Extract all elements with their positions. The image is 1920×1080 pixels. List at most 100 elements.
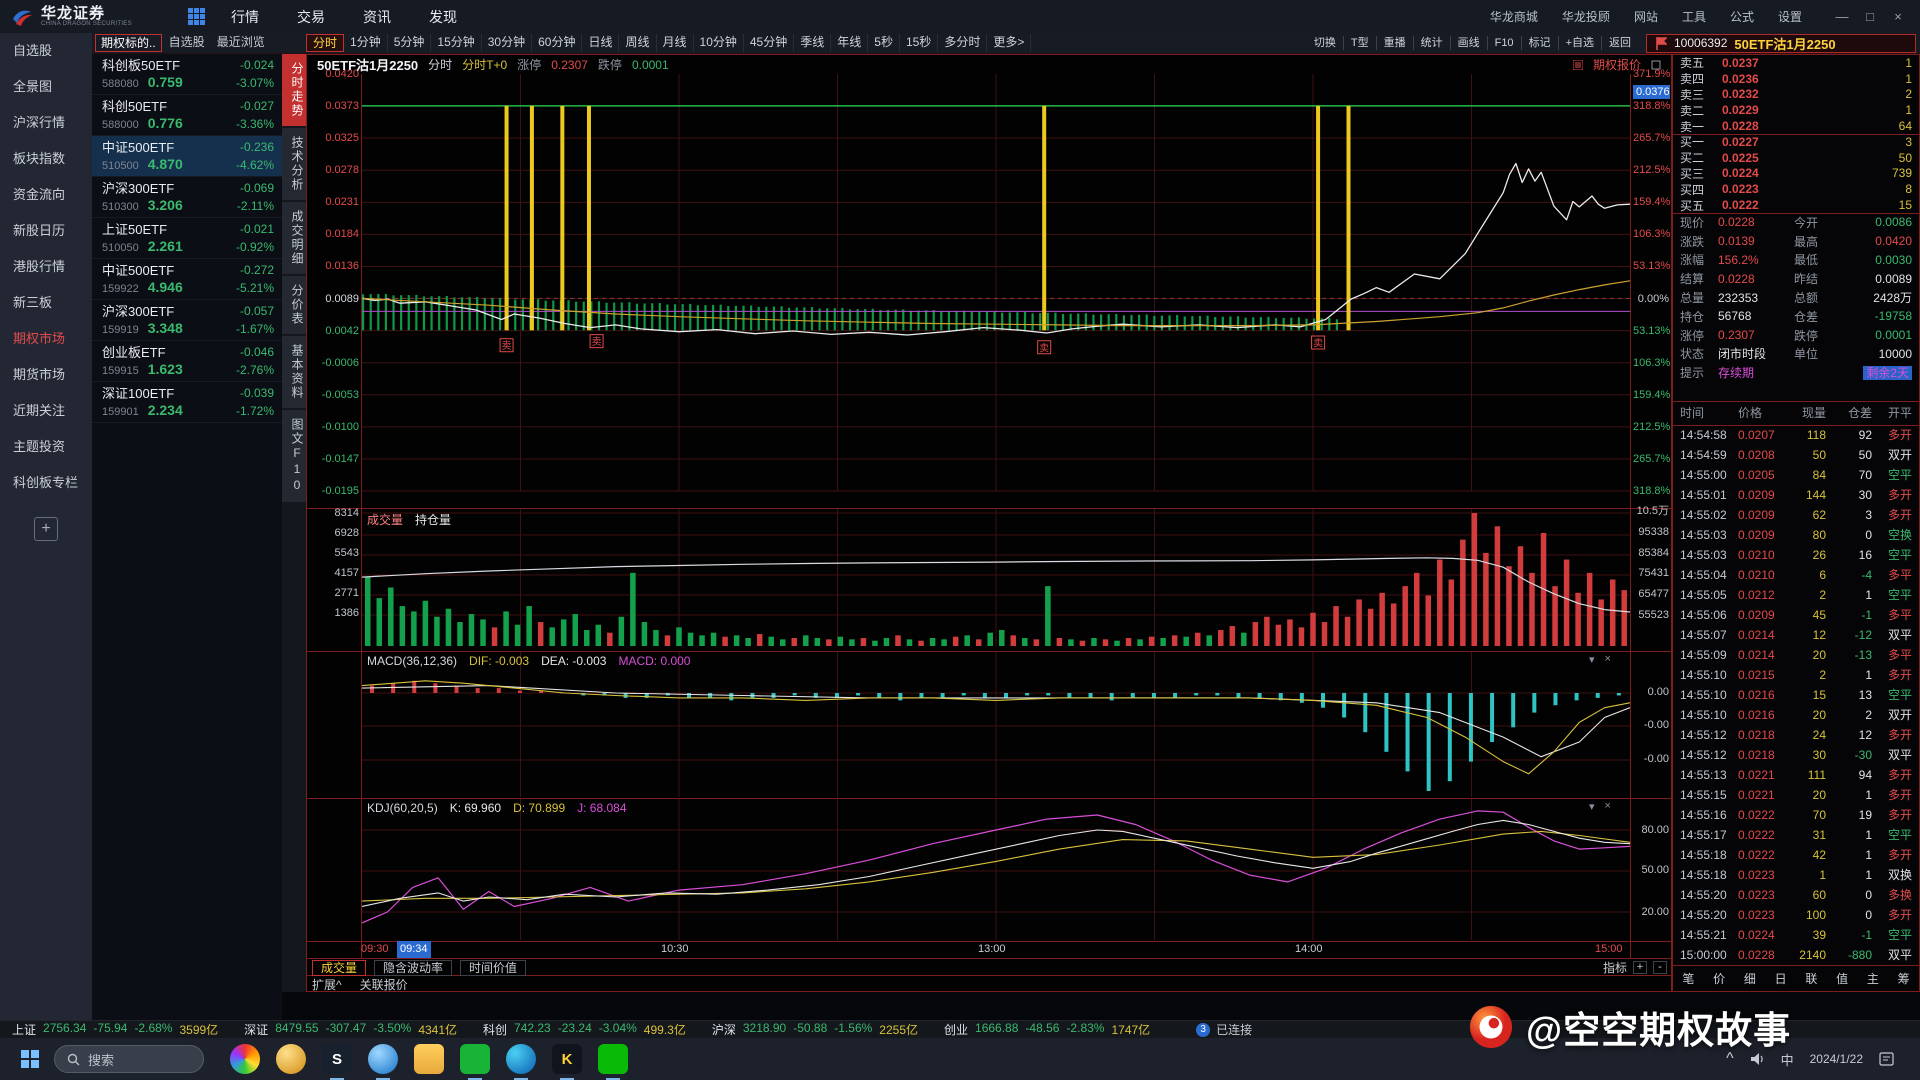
order-book-row[interactable]: 卖一 0.0228 64 [1673, 118, 1919, 134]
period-button[interactable]: 15分钟 [431, 34, 482, 52]
sidebar-item[interactable]: 新三板 [0, 285, 92, 321]
period-button[interactable]: 60分钟 [532, 34, 583, 52]
order-book-row[interactable]: 买一 0.0227 3 [1673, 134, 1919, 150]
watchlist-row[interactable]: 中证500ETF -0.236 510500 4.870 -4.62% [92, 136, 282, 177]
sidebar-item[interactable]: 全景图 [0, 69, 92, 105]
notification-icon[interactable] [1879, 1052, 1894, 1066]
expand-tab[interactable]: 关联报价 [360, 976, 408, 991]
sidebar-item[interactable]: 自选股 [0, 33, 92, 69]
indicator-menu-label[interactable]: 指标 [1603, 959, 1627, 976]
view-tab[interactable]: 分价表 [282, 276, 306, 334]
period-button[interactable]: 5分钟 [388, 34, 432, 52]
top-link[interactable]: 华龙投顾 [1562, 8, 1610, 25]
zoom-in-button[interactable]: + [1633, 961, 1647, 974]
watchlist-row[interactable]: 沪深300ETF -0.069 510300 3.206 -2.11% [92, 177, 282, 218]
sidebar-item[interactable]: 板块指数 [0, 141, 92, 177]
top-link[interactable]: 华龙商城 [1490, 8, 1538, 25]
watchlist-tab[interactable]: 最近浏览 [212, 34, 270, 52]
folder-icon[interactable] [414, 1044, 444, 1074]
sidebar-item[interactable]: 资金流向 [0, 177, 92, 213]
sidebar-item[interactable]: 期货市场 [0, 357, 92, 393]
collapse-icon[interactable]: ▾ [1589, 653, 1595, 666]
sidebar-item[interactable]: 期权市场 [0, 321, 92, 357]
watchlist-row[interactable]: 创业板ETF -0.046 159915 1.623 -2.76% [92, 341, 282, 382]
period-button[interactable]: 季线 [794, 34, 832, 52]
collapse-icon[interactable]: ▾ [1589, 800, 1595, 813]
top-link[interactable]: 网站 [1634, 8, 1658, 25]
chart-action-button[interactable]: 标记 [1522, 36, 1559, 50]
order-book-row[interactable]: 买二 0.0225 50 [1673, 150, 1919, 166]
sidebar-item[interactable]: 科创板专栏 [0, 465, 92, 501]
chart-action-button[interactable]: T型 [1344, 36, 1377, 50]
view-tab[interactable]: 图文F10 [282, 410, 306, 502]
popout-icon[interactable] [1651, 60, 1661, 70]
period-button[interactable]: 5秒 [868, 34, 900, 52]
browser-icon[interactable] [368, 1044, 398, 1080]
period-button[interactable]: 30分钟 [482, 34, 533, 52]
watchlist-row[interactable]: 科创板50ETF -0.024 588080 0.759 -3.07% [92, 54, 282, 95]
watchlist-row[interactable]: 深证100ETF -0.039 159901 2.234 -1.72% [92, 382, 282, 423]
period-button[interactable]: 10分钟 [694, 34, 744, 52]
chart-action-button[interactable]: F10 [1488, 36, 1522, 50]
sidebar-item[interactable]: 新股日历 [0, 213, 92, 249]
top-link[interactable]: 公式 [1730, 8, 1754, 25]
close-pane-icon[interactable]: × [1605, 653, 1611, 666]
top-menu-item[interactable]: 行情 [231, 7, 259, 27]
watchlist-row[interactable]: 沪深300ETF -0.057 159919 3.348 -1.67% [92, 300, 282, 341]
view-tab[interactable]: 分时走势 [282, 54, 306, 126]
order-book-row[interactable]: 买三 0.0224 739 [1673, 166, 1919, 182]
period-button[interactable]: 分时 [306, 34, 345, 52]
sidebar-item[interactable]: 主题投资 [0, 429, 92, 465]
watchlist-row[interactable]: 中证500ETF -0.272 159922 4.946 -5.21% [92, 259, 282, 300]
sidebar-item[interactable]: 沪深行情 [0, 105, 92, 141]
view-tab[interactable]: 成交明细 [282, 202, 306, 274]
add-section-button[interactable]: + [34, 517, 58, 541]
top-menu-item[interactable]: 交易 [297, 7, 325, 27]
taskbar-date[interactable]: 2024/1/22 [1810, 1052, 1863, 1066]
panel-tab[interactable]: 联 [1805, 970, 1817, 987]
period-button[interactable]: 多分时 [938, 34, 988, 52]
windows-start-button[interactable] [10, 1050, 50, 1068]
green-app-icon[interactable] [460, 1044, 490, 1080]
period-button[interactable]: 1分钟 [344, 34, 388, 52]
close-pane-icon[interactable]: × [1605, 800, 1611, 813]
period-button[interactable]: 月线 [657, 34, 694, 52]
sidebar-item[interactable]: 港股行情 [0, 249, 92, 285]
panel-tab[interactable]: 主 [1867, 970, 1879, 987]
option-quote-button[interactable]: 期权报价 [1593, 56, 1641, 73]
top-menu-item[interactable]: 资讯 [363, 7, 391, 27]
panel-tab[interactable]: 筹 [1898, 970, 1910, 987]
speaker-icon[interactable] [1750, 1052, 1765, 1066]
chart-action-button[interactable]: +自选 [1559, 36, 1602, 50]
steam-icon[interactable]: S [322, 1044, 352, 1080]
minimize-icon[interactable]: — [1828, 9, 1856, 24]
top-link[interactable]: 设置 [1778, 8, 1802, 25]
close-icon[interactable]: × [1884, 9, 1912, 24]
panel-tab[interactable]: 值 [1836, 970, 1848, 987]
indicator-tab[interactable]: 时间价值 [460, 959, 527, 976]
panel-tab[interactable]: 细 [1744, 970, 1756, 987]
taskbar-search-input[interactable]: 搜索 [54, 1045, 204, 1073]
top-link[interactable]: 工具 [1682, 8, 1706, 25]
indicator-tab[interactable]: 隐含波动率 [374, 959, 453, 976]
order-book-row[interactable]: 买五 0.0222 15 [1673, 197, 1919, 213]
chart-action-button[interactable]: 切换 [1307, 36, 1344, 50]
order-book-row[interactable]: 买四 0.0223 8 [1673, 181, 1919, 197]
zoom-out-button[interactable]: - [1653, 961, 1667, 974]
order-book-row[interactable]: 卖三 0.0232 2 [1673, 87, 1919, 103]
chart-action-button[interactable]: 画线 [1451, 36, 1488, 50]
colorful-game-icon[interactable] [230, 1044, 260, 1074]
top-menu-item[interactable]: 发现 [429, 7, 457, 27]
period-button[interactable]: 15秒 [900, 34, 939, 52]
gold-app-icon[interactable] [276, 1044, 306, 1074]
order-book-row[interactable]: 卖五 0.0237 1 [1673, 55, 1919, 71]
panel-tab[interactable]: 价 [1713, 970, 1725, 987]
chart-action-button[interactable]: 统计 [1414, 36, 1451, 50]
view-tab[interactable]: 技术分析 [282, 128, 306, 200]
period-button[interactable]: 日线 [582, 34, 620, 52]
panel-tab[interactable]: 笔 [1682, 970, 1694, 987]
watchlist-tab[interactable]: 自选股 [164, 34, 210, 52]
period-button[interactable]: 年线 [831, 34, 869, 52]
expand-tab[interactable]: 扩展^ [312, 976, 342, 991]
watchlist-row[interactable]: 科创50ETF -0.027 588000 0.776 -3.36% [92, 95, 282, 136]
